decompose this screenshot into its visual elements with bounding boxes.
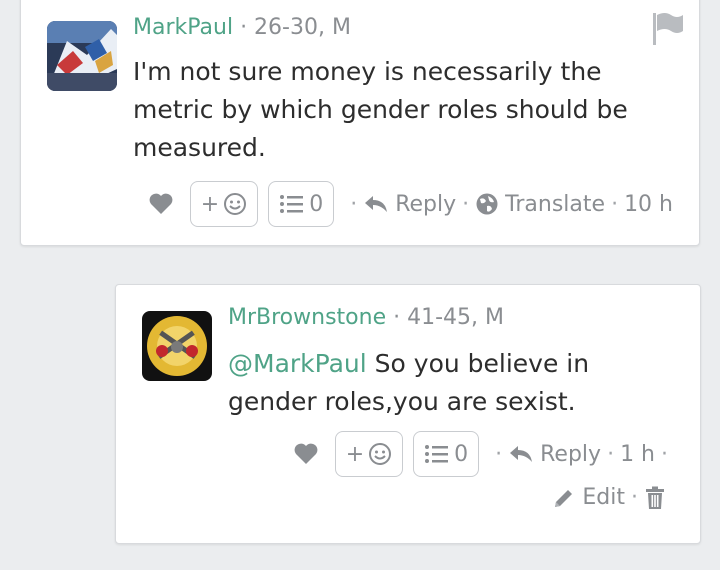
trash-icon[interactable] xyxy=(644,486,666,510)
user-demographics: · 41-45, M xyxy=(386,305,504,330)
separator: · xyxy=(611,191,619,217)
mention-link[interactable]: @MarkPaul xyxy=(228,349,367,378)
separator: · xyxy=(350,191,358,217)
reply-icon xyxy=(365,196,388,212)
list-button[interactable]: 0 xyxy=(268,181,335,227)
pencil-icon xyxy=(555,489,573,507)
comment-meta: MrBrownstone · 41-45, M xyxy=(228,305,504,330)
list-count: 0 xyxy=(454,441,469,467)
comment-actions: + 0 · Reply · Translate · 10 h xyxy=(148,181,673,227)
heart-icon[interactable] xyxy=(148,192,174,216)
add-reaction-label: + xyxy=(345,441,365,467)
add-reaction-button[interactable]: + xyxy=(334,431,404,477)
reply-card: MrBrownstone · 41-45, M @MarkPaul So you… xyxy=(115,284,701,544)
list-icon xyxy=(280,195,304,213)
reply-button[interactable]: Reply xyxy=(363,192,456,217)
reply-label: Reply xyxy=(395,191,457,217)
add-reaction-button[interactable]: + xyxy=(189,181,259,227)
username-link[interactable]: MarkPaul xyxy=(133,15,233,40)
comment-actions: + 0 · Reply · 1 h · xyxy=(293,431,674,477)
comment-card: MarkPaul · 26-30, M I'm not sure money i… xyxy=(20,0,700,246)
heart-icon[interactable] xyxy=(293,442,319,466)
reply-icon xyxy=(510,446,533,462)
translate-label: Translate xyxy=(505,191,606,217)
comment-text: I'm not sure money is necessarily the me… xyxy=(133,57,628,162)
timestamp: 10 h xyxy=(624,191,673,217)
separator: · xyxy=(495,441,503,467)
list-button[interactable]: 0 xyxy=(413,431,480,477)
avatar[interactable] xyxy=(142,311,212,381)
flag-icon[interactable] xyxy=(651,11,685,47)
separator: · xyxy=(661,441,668,467)
translate-button[interactable]: Translate xyxy=(475,192,605,217)
separator: · xyxy=(462,191,470,217)
username-link[interactable]: MrBrownstone xyxy=(228,305,386,330)
reply-button[interactable]: Reply xyxy=(508,442,601,467)
timestamp: 1 h xyxy=(620,441,655,467)
comment-text: @MarkPaul So you believe in gender roles… xyxy=(228,345,648,421)
globe-icon xyxy=(476,193,498,215)
smiley-icon xyxy=(224,193,247,215)
list-count: 0 xyxy=(309,191,324,217)
add-reaction-label: + xyxy=(200,191,220,217)
separator: · xyxy=(607,441,615,467)
separator: · xyxy=(631,485,638,510)
smiley-icon xyxy=(369,443,392,465)
user-demographics: · 26-30, M xyxy=(233,15,351,40)
list-icon xyxy=(425,445,449,463)
edit-button[interactable]: Edit xyxy=(552,485,625,510)
comment-meta: MarkPaul · 26-30, M xyxy=(133,15,351,40)
edit-label: Edit xyxy=(582,485,625,510)
reply-label: Reply xyxy=(540,441,602,467)
avatar[interactable] xyxy=(47,21,117,91)
edit-row: Edit · xyxy=(552,485,672,510)
